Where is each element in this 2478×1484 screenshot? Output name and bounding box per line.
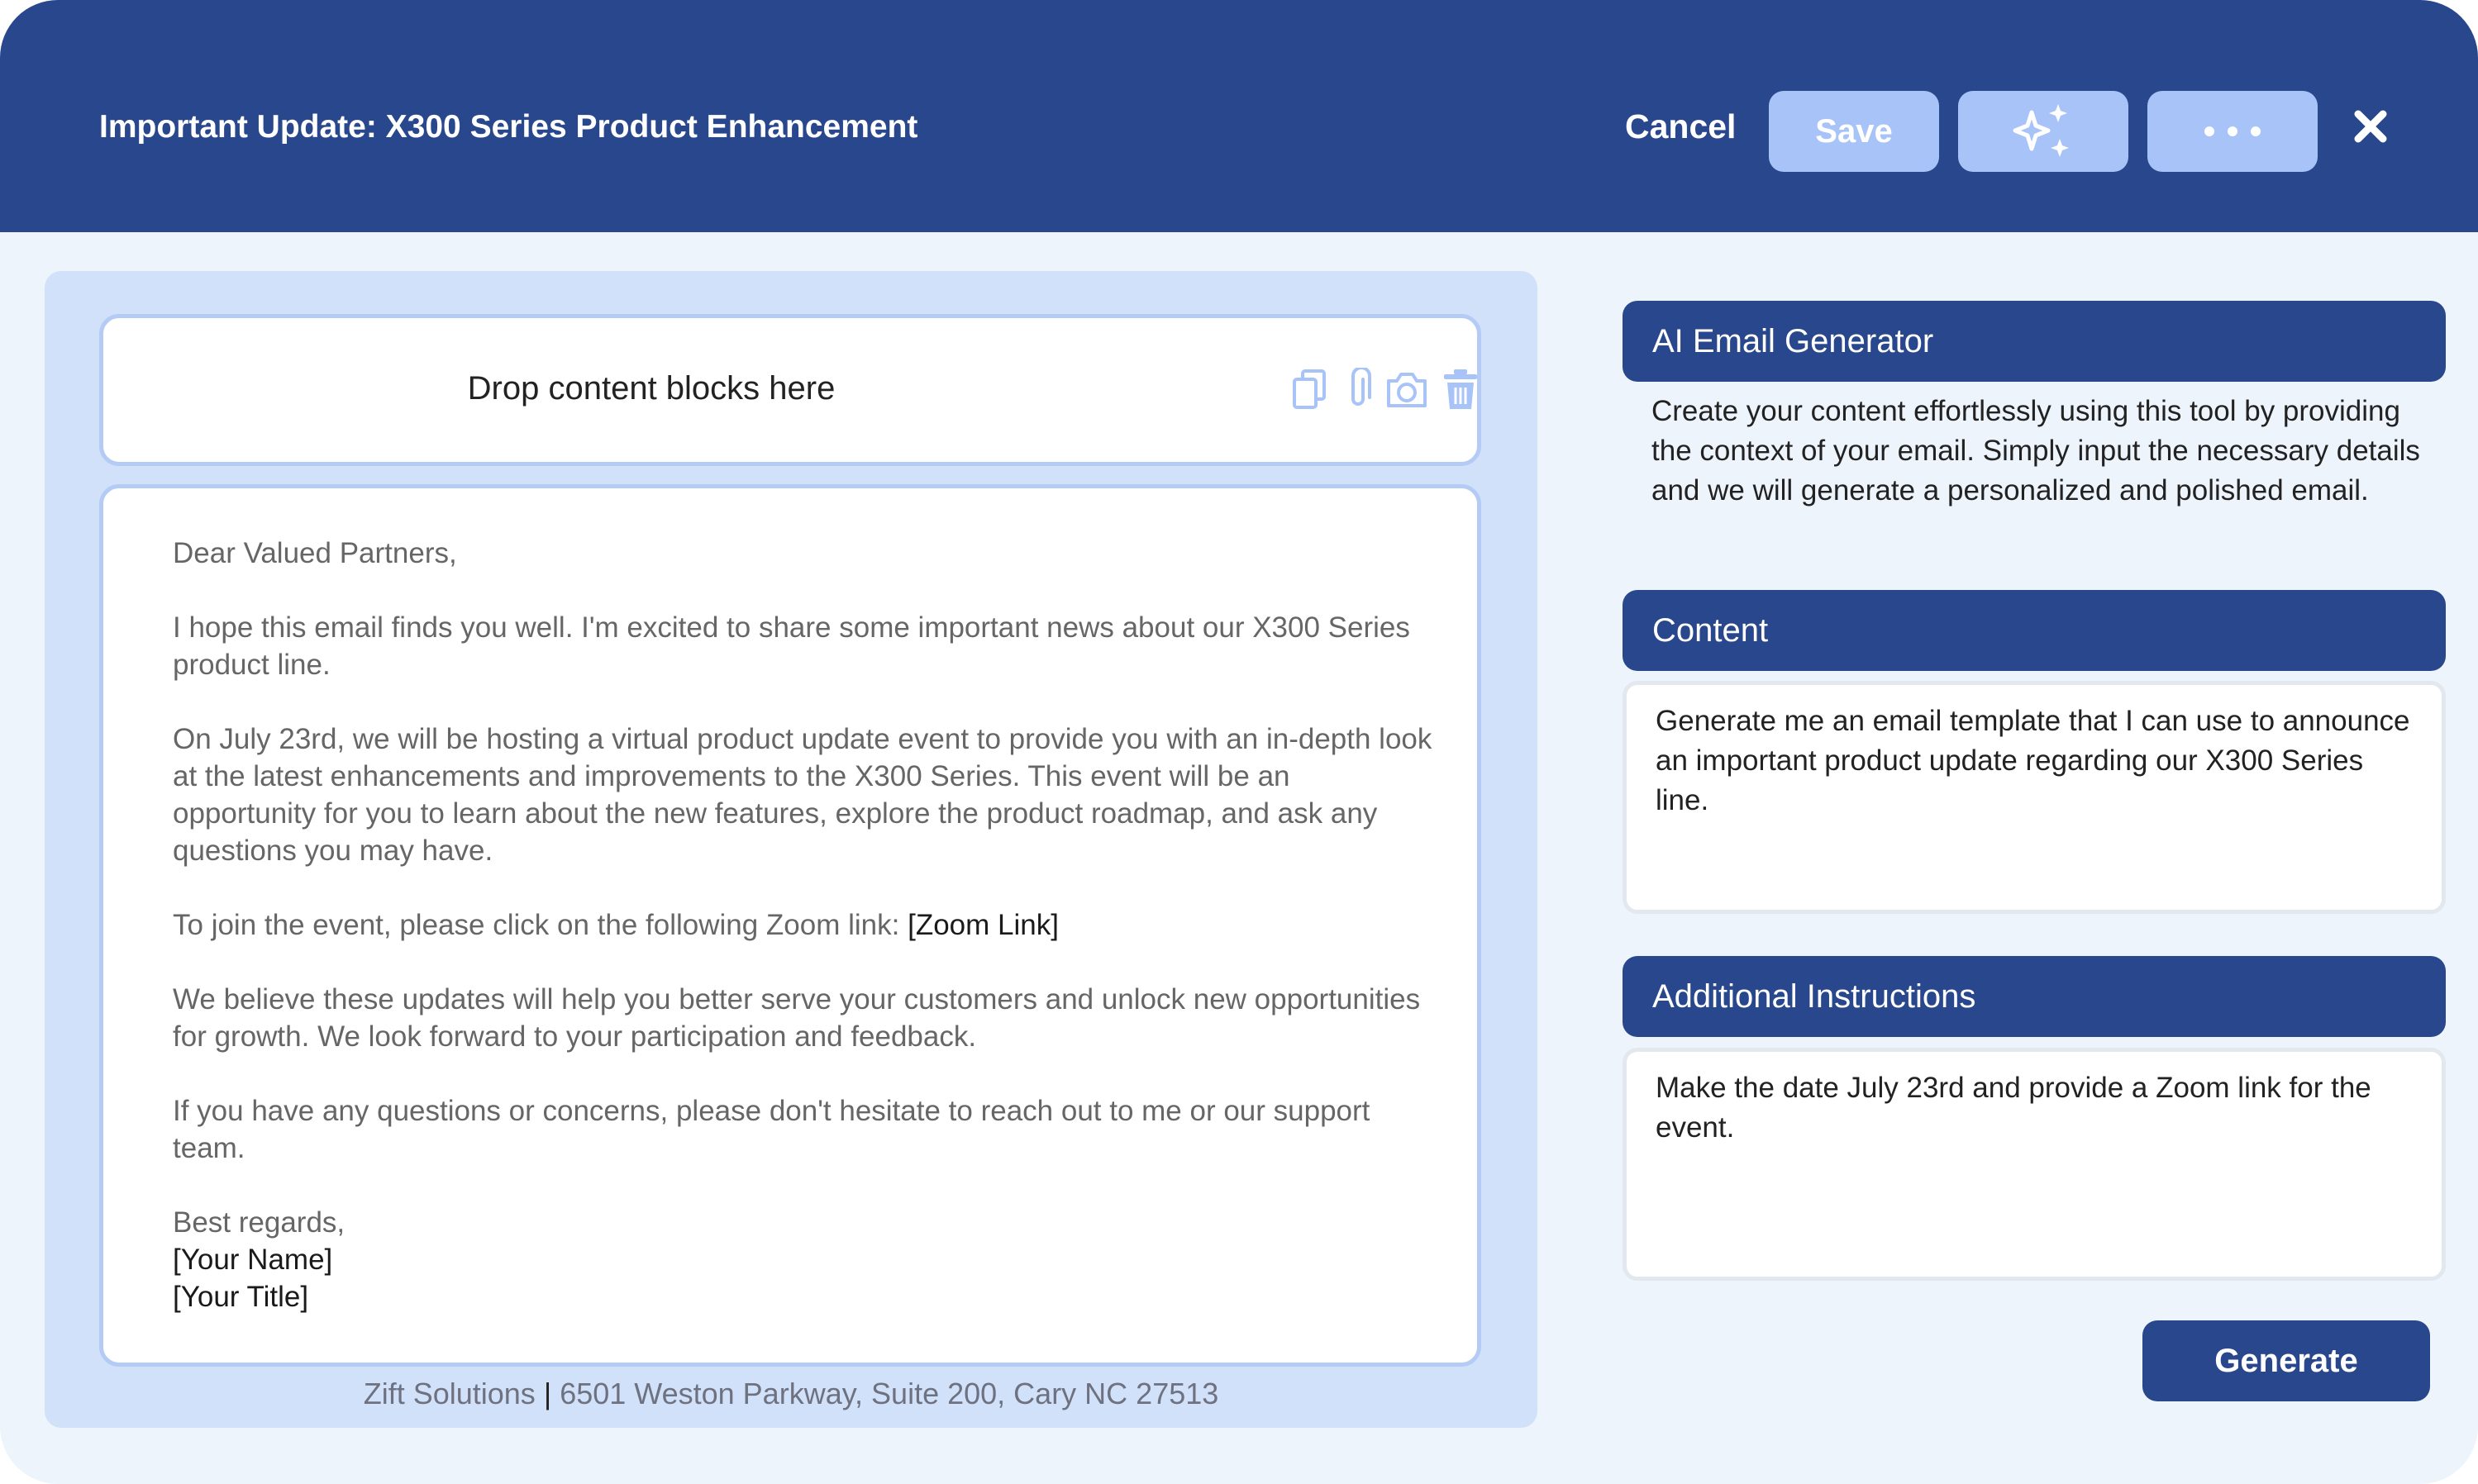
email-paragraph-2: On July 23rd, we will be hosting a virtu… (173, 723, 1432, 867)
footer-separator: | (543, 1377, 552, 1410)
additional-instructions-textarea[interactable]: Make the date July 23rd and provide a Zo… (1623, 1048, 2446, 1281)
content-heading: Content (1623, 590, 2446, 671)
sender-name-placeholder: [Your Name] (173, 1244, 333, 1276)
ai-generate-button[interactable] (1958, 91, 2128, 172)
header-bar: Important Update: X300 Series Product En… (0, 0, 2478, 232)
email-paragraph-4: We believe these updates will help you b… (173, 983, 1421, 1053)
email-body-card[interactable]: Dear Valued Partners, I hope this email … (99, 484, 1481, 1367)
zoom-link-prefix: To join the event, please click on the f… (173, 909, 908, 941)
email-editor-panel: Drop content blocks here Dear Valued Par… (45, 271, 1537, 1428)
email-footer: Zift Solutions | 6501 Weston Parkway, Su… (45, 1377, 1537, 1411)
footer-address: 6501 Weston Parkway, Suite 200, Cary NC … (560, 1377, 1219, 1410)
content-textarea[interactable]: Generate me an email template that I can… (1623, 681, 2446, 914)
save-button[interactable]: Save (1769, 91, 1939, 172)
more-dots-icon (2204, 126, 2261, 136)
content-block-dropzone[interactable]: Drop content blocks here (99, 314, 1481, 466)
sender-title-placeholder: [Your Title] (173, 1281, 309, 1313)
sparkles-icon (2013, 104, 2069, 157)
email-title: Important Update: X300 Series Product En… (99, 109, 918, 145)
email-paragraph-1: I hope this email finds you well. I'm ex… (173, 611, 1410, 681)
footer-company: Zift Solutions (363, 1377, 536, 1410)
email-paragraph-5: If you have any questions or concerns, p… (173, 1095, 1370, 1164)
email-editor-window: Important Update: X300 Series Product En… (0, 0, 2478, 1484)
ai-generator-description: Create your content effortlessly using t… (1651, 395, 2420, 507)
trash-icon[interactable] (1441, 368, 1480, 411)
copy-icon[interactable] (1291, 368, 1327, 411)
email-closing: Best regards, (173, 1206, 345, 1239)
email-greeting: Dear Valued Partners, (173, 537, 457, 569)
email-body-text: Dear Valued Partners, I hope this email … (173, 535, 1437, 1315)
dropzone-label: Drop content blocks here (467, 370, 836, 407)
cancel-button[interactable]: Cancel (1625, 107, 1736, 146)
additional-instructions-heading: Additional Instructions (1623, 956, 2446, 1037)
zoom-link-placeholder: [Zoom Link] (908, 909, 1059, 941)
ai-generator-heading: AI Email Generator (1623, 301, 2446, 382)
close-icon[interactable] (2350, 106, 2391, 147)
generate-button[interactable]: Generate (2142, 1320, 2430, 1401)
paperclip-icon[interactable] (1343, 368, 1373, 411)
camera-icon[interactable] (1384, 368, 1430, 411)
more-options-button[interactable] (2147, 91, 2318, 172)
email-paragraph-3: To join the event, please click on the f… (173, 906, 1437, 944)
